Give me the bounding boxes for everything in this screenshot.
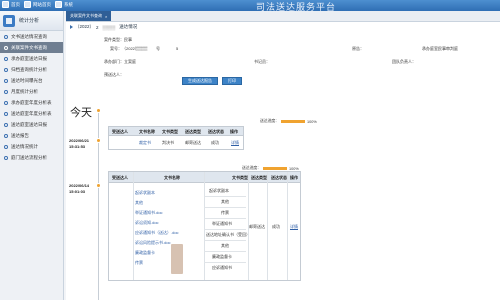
sidebar-item[interactable]: 承办庭室年度分析表 bbox=[0, 97, 63, 108]
case-info: 案件类型： 民事 案号：（2022） ▒▒▒▒ 号 5 原告： 承办庭室： 民事… bbox=[104, 37, 458, 77]
entry-date: 2022/06/14 15:01:03 bbox=[69, 183, 90, 194]
sidebar-item[interactable]: 庭门送达流程分析 bbox=[0, 152, 63, 163]
globe-icon bbox=[24, 1, 31, 8]
tab-bar: 关联案件文书查询 × bbox=[66, 11, 500, 22]
delivery-table: 受送达人 文书名称 文书类型 送达类型 送达状态 操作 起诉状副本 其他 举证通… bbox=[108, 171, 301, 281]
sidebar-title: 统计分析 bbox=[19, 18, 40, 24]
bullet-icon bbox=[4, 111, 8, 116]
stats-icon bbox=[3, 14, 15, 27]
doc-link[interactable]: 应诉通知书（送达）.doc bbox=[135, 230, 179, 236]
home-icon bbox=[2, 1, 9, 8]
nav-system[interactable]: 系统 bbox=[55, 1, 73, 8]
sidebar-item[interactable]: 送达庭室年度分析表 bbox=[0, 108, 63, 119]
page-title: （2022） 2 ▒▒▒▒ 送达情况 bbox=[70, 24, 137, 30]
arrow-icon bbox=[70, 25, 73, 29]
generate-report-button[interactable]: 生成送达报告 bbox=[182, 77, 218, 85]
main-content: 关联案件文书查询 × （2022） 2 ▒▒▒▒ 送达情况 案件类型： 民事 案号… bbox=[66, 11, 500, 300]
doc-link[interactable]: 传票 bbox=[135, 260, 143, 266]
doc-link[interactable]: 廉政监督卡 bbox=[135, 250, 155, 256]
print-button[interactable]: 打印 bbox=[222, 77, 242, 85]
doc-link[interactable]: 举证通知书.doc bbox=[135, 210, 163, 216]
sidebar-item[interactable]: 归档查询统计分析 bbox=[0, 64, 63, 75]
nav-website[interactable]: 网站首页 bbox=[24, 1, 51, 8]
action-bar: 生成送达报告 打印 bbox=[182, 77, 242, 85]
bullet-icon bbox=[4, 34, 8, 39]
redacted-block bbox=[171, 244, 183, 274]
bullet-icon bbox=[4, 78, 8, 83]
doc-link[interactable]: 诉讼须知.doc bbox=[135, 220, 159, 226]
progress-fill bbox=[262, 167, 287, 170]
timeline-dot bbox=[96, 108, 101, 113]
detail-link[interactable]: 详情 bbox=[231, 140, 239, 146]
bullet-icon bbox=[4, 67, 8, 72]
sidebar-item[interactable]: 文书送达情况查询 bbox=[0, 31, 63, 42]
progress-bar bbox=[262, 167, 287, 170]
top-nav: 首页 网站首页 系统 bbox=[2, 1, 73, 8]
sidebar-item[interactable]: 送达时间曝光台 bbox=[0, 75, 63, 86]
sidebar-item[interactable]: 送达报告 bbox=[0, 130, 63, 141]
bullet-icon bbox=[4, 133, 8, 138]
top-banner: 首页 网站首页 系统 司法送达服务平台 bbox=[0, 0, 500, 13]
sidebar-item-active[interactable]: 关联案件文书查询 bbox=[0, 42, 63, 53]
sidebar-item[interactable]: 送达情况统计 bbox=[0, 141, 63, 152]
sidebar: 统计分析 文书送达情况查询 关联案件文书查询 承办庭室送达日报 归档查询统计分析… bbox=[0, 11, 64, 300]
timeline-dot bbox=[96, 183, 101, 188]
bullet-icon bbox=[4, 45, 8, 50]
sidebar-menu: 文书送达情况查询 关联案件文书查询 承办庭室送达日报 归档查询统计分析 送达时间… bbox=[0, 31, 63, 163]
doc-link[interactable]: 起诉状副本 bbox=[135, 190, 155, 196]
bullet-icon bbox=[4, 155, 8, 160]
bullet-icon bbox=[4, 56, 8, 61]
progress-fill bbox=[280, 120, 305, 123]
bullet-icon bbox=[4, 89, 8, 94]
entry-date: 2022/06/21 15:31:53 bbox=[69, 138, 90, 149]
doc-link[interactable]: 其他 bbox=[135, 200, 143, 206]
detail-link[interactable]: 详情 bbox=[290, 224, 298, 230]
today-label: 今天 bbox=[70, 106, 92, 119]
close-icon[interactable]: × bbox=[105, 14, 107, 19]
sidebar-item[interactable]: 月度统计分析 bbox=[0, 86, 63, 97]
doc-link[interactable]: 诉讼风险提示书.doc bbox=[135, 240, 171, 246]
system-icon bbox=[55, 1, 62, 8]
bullet-icon bbox=[4, 122, 8, 127]
delivery-table: 受送达人 文书名称 文书类型 送达类型 送达状态 操作 裁定书 判决书 邮寄送达… bbox=[108, 126, 244, 150]
bullet-icon bbox=[4, 100, 8, 105]
sidebar-item[interactable]: 承办庭室送达日报 bbox=[0, 53, 63, 64]
doc-link[interactable]: 裁定书 bbox=[139, 140, 151, 146]
timeline-dot bbox=[96, 138, 101, 143]
sidebar-header: 统计分析 bbox=[0, 11, 63, 31]
tab-case-docs[interactable]: 关联案件文书查询 × bbox=[66, 11, 112, 21]
sidebar-item[interactable]: 送达庭室送达日报 bbox=[0, 119, 63, 130]
progress-bar bbox=[280, 120, 305, 123]
progress-indicator: 送达进度： 100% bbox=[260, 119, 317, 124]
bullet-icon bbox=[4, 144, 8, 149]
nav-home[interactable]: 首页 bbox=[2, 1, 20, 8]
